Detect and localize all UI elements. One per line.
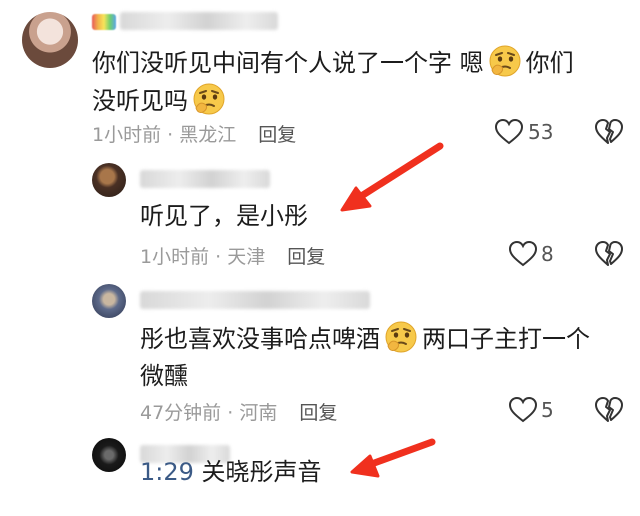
dislike-broken-heart-icon[interactable] [594,240,624,268]
meta-separator: · [221,402,240,424]
meta-separator: · [209,246,228,268]
reply-text: 听见了，是小彤 [140,202,308,230]
dislike-broken-heart-icon[interactable] [594,396,624,424]
comment-meta: 1小时前 · 黑龙江 回复 [92,120,296,147]
comment-location: 天津 [227,246,266,268]
comment-time: 1小时前 [140,246,210,268]
comment-text-part: 彤也喜欢没事哈点啤酒 [140,325,380,353]
comment-text-part: 你们没听见中间有个人说了一个字 嗯 [92,49,484,77]
comment-time: 47分钟前 [140,402,222,424]
comment-meta: 1小时前 · 天津 回复 [140,242,325,269]
meta-separator: · [161,124,180,146]
comment-meta: 47分钟前 · 河南 回复 [140,398,337,425]
comment-location: 河南 [239,402,278,424]
username-blurred[interactable] [140,291,370,309]
reply-button[interactable]: 回复 [299,402,337,424]
comment-text-part: 关晓彤声音 [201,458,322,486]
username-blurred[interactable] [140,170,270,188]
comment-location: 黑龙江 [179,124,237,146]
avatar[interactable] [92,284,126,318]
thinking-face-emoji-icon [384,320,418,354]
avatar[interactable] [22,12,78,68]
comment-text-part: 你们 [525,49,574,77]
red-arrow-annotation [350,438,436,478]
red-arrow-annotation [340,142,444,212]
reply-text: 彤也喜欢没事哈点啤酒 两口子主打一个 微醺 [140,320,630,395]
comment-text-part: 没听见吗 [92,87,188,115]
comment-text: 你们没听见中间有个人说了一个字 嗯 你们 没听见吗 [92,44,632,120]
comment-text-part: 两口子主打一个 [422,325,590,353]
like-heart-icon[interactable] [508,396,538,424]
comment-text-part: 微醺 [140,362,188,390]
like-count: 8 [541,242,554,266]
like-count: 5 [541,398,554,422]
thinking-face-emoji-icon [488,44,522,78]
username-decoration-icon [92,14,116,30]
dislike-broken-heart-icon[interactable] [594,118,624,146]
thinking-face-emoji-icon [192,82,226,116]
avatar[interactable] [92,438,126,472]
username-blurred[interactable] [120,12,278,30]
reply-button[interactable]: 回复 [258,124,296,146]
like-heart-icon[interactable] [494,118,524,146]
like-count: 53 [528,120,554,144]
avatar[interactable] [92,163,126,197]
like-heart-icon[interactable] [508,240,538,268]
audio-timestamp-link[interactable]: 1:29 [140,458,194,486]
reply-button[interactable]: 回复 [287,246,325,268]
reply-text: 1:29 关晓彤声音 [140,454,322,491]
comment-time: 1小时前 [92,124,162,146]
